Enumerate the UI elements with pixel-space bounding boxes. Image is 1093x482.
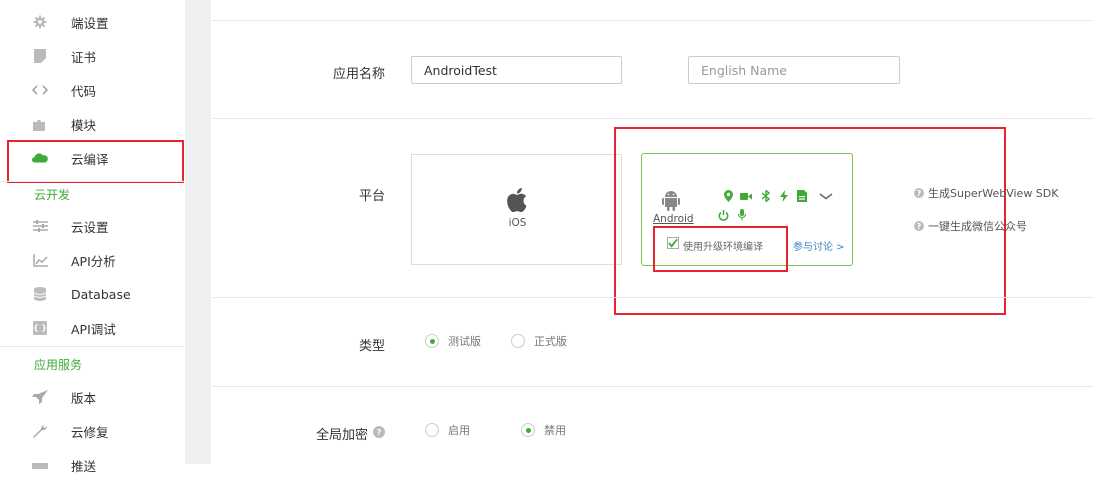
question-icon[interactable]: ? [373, 426, 385, 438]
sidebar-item-label: Database [71, 286, 131, 302]
file-icon [796, 190, 808, 202]
radio-selected-indicator [425, 334, 439, 348]
sidebar-item-label: 云修复 [71, 424, 109, 440]
sidebar-item-database[interactable]: Database [0, 277, 185, 311]
sidebar-item-code[interactable]: 代码 [0, 73, 185, 107]
sidebar-item-modules[interactable]: 模块 [0, 107, 185, 141]
power-icon [717, 209, 729, 221]
question-icon: ? [914, 221, 924, 231]
android-label: Android [653, 213, 694, 225]
sidebar-item-label: 版本 [71, 390, 97, 406]
row-divider [212, 118, 1093, 119]
sidebar-item-terminal-settings[interactable]: 端设置 [0, 5, 185, 39]
app-name-input[interactable] [411, 56, 622, 84]
help-wechat-label: 一键生成微信公众号 [928, 220, 1027, 233]
cloud-icon [32, 150, 48, 166]
sidebar-item-hotfix[interactable]: 云修复 [0, 414, 185, 448]
row-divider [212, 20, 1093, 21]
english-name-input[interactable] [688, 56, 900, 84]
encrypt-on-label: 启用 [448, 424, 470, 437]
radio-indicator [511, 334, 525, 348]
wrench-icon [32, 423, 48, 439]
sidebar-section-app-services: 应用服务 [34, 358, 83, 372]
row-divider [212, 297, 1093, 298]
type-test-label: 测试版 [448, 335, 481, 348]
checkmark-icon [668, 238, 678, 248]
sidebar-item-cloud-compile[interactable]: 云编译 [0, 141, 185, 175]
sidebar-item-api-analytics[interactable]: API分析 [0, 243, 185, 277]
gear-icon [32, 14, 48, 30]
push-icon [32, 457, 48, 473]
sidebar-item-cloud-settings[interactable]: 云设置 [0, 209, 185, 243]
type-test-radio[interactable]: 测试版 [425, 333, 481, 349]
app-name-label: 应用名称 [332, 67, 385, 82]
sidebar-item-label: API分析 [71, 253, 116, 269]
flash-icon [778, 190, 790, 202]
sliders-icon [32, 218, 48, 234]
bluetooth-icon [760, 190, 772, 202]
discuss-link[interactable]: 参与讨论 > [793, 238, 845, 253]
location-icon [722, 190, 734, 202]
question-icon: ? [914, 188, 924, 198]
sidebar-item-label: 模块 [71, 117, 97, 133]
sidebar-item-label: 云设置 [71, 219, 109, 235]
sidebar-item-label: 端设置 [71, 15, 109, 31]
radio-indicator [425, 423, 439, 437]
help-wechat-link[interactable]: ? 一键生成微信公众号 [914, 218, 1027, 234]
certificate-icon [32, 48, 48, 64]
database-icon [32, 286, 48, 302]
sidebar-item-label: 推送 [71, 458, 97, 474]
apple-icon [507, 188, 527, 216]
sidebar-item-label: 证书 [71, 49, 97, 65]
sidebar-item-version[interactable]: 版本 [0, 380, 185, 414]
ios-platform-card[interactable]: iOS [411, 154, 622, 265]
microphone-icon [736, 209, 748, 221]
type-label: 类型 [358, 339, 385, 354]
upgrade-env-label: 使用升级环境编译 [683, 242, 763, 253]
row-divider [212, 386, 1093, 387]
puzzle-icon [32, 116, 48, 132]
sidebar-item-api-debug[interactable]: API调试 [0, 311, 185, 345]
sidebar-item-certificate[interactable]: 证书 [0, 39, 185, 73]
sidebar-divider [0, 181, 185, 182]
encrypt-on-radio[interactable]: 启用 [425, 422, 470, 438]
camera-icon [740, 190, 752, 202]
ios-label: iOS [508, 217, 527, 229]
help-super-sdk-label: 生成SuperWebView SDK [928, 187, 1059, 200]
sidebar-item-push[interactable]: 推送 [0, 448, 185, 482]
sidebar-item-label: API调试 [71, 321, 116, 337]
encrypt-off-label: 禁用 [544, 424, 566, 437]
type-release-radio[interactable]: 正式版 [511, 333, 567, 349]
debug-icon [32, 320, 48, 336]
rocket-icon [32, 389, 48, 405]
platform-label: 平台 [358, 189, 385, 204]
sidebar-gutter [185, 0, 211, 464]
encrypt-off-radio[interactable]: 禁用 [521, 422, 566, 438]
encrypt-label: 全局加密 [315, 428, 368, 443]
sidebar: 端设置 证书 代码 模块 云编译 云开发 云设置 API分析 Database … [0, 0, 185, 474]
sidebar-item-label: 代码 [71, 83, 97, 99]
sidebar-section-cloud-dev: 云开发 [34, 188, 71, 202]
radio-selected-indicator [521, 423, 535, 437]
sidebar-divider [0, 346, 185, 347]
help-super-sdk-link[interactable]: ? 生成SuperWebView SDK [914, 185, 1058, 201]
android-platform-card[interactable]: Android 使用升级环境编译 参与讨论 > [641, 153, 853, 266]
sidebar-item-label: 云编译 [71, 151, 109, 167]
upgrade-env-checkbox[interactable] [667, 237, 679, 249]
chart-icon [32, 252, 48, 268]
code-icon [32, 82, 48, 98]
type-release-label: 正式版 [534, 335, 567, 348]
chevron-down-icon[interactable] [818, 190, 834, 202]
